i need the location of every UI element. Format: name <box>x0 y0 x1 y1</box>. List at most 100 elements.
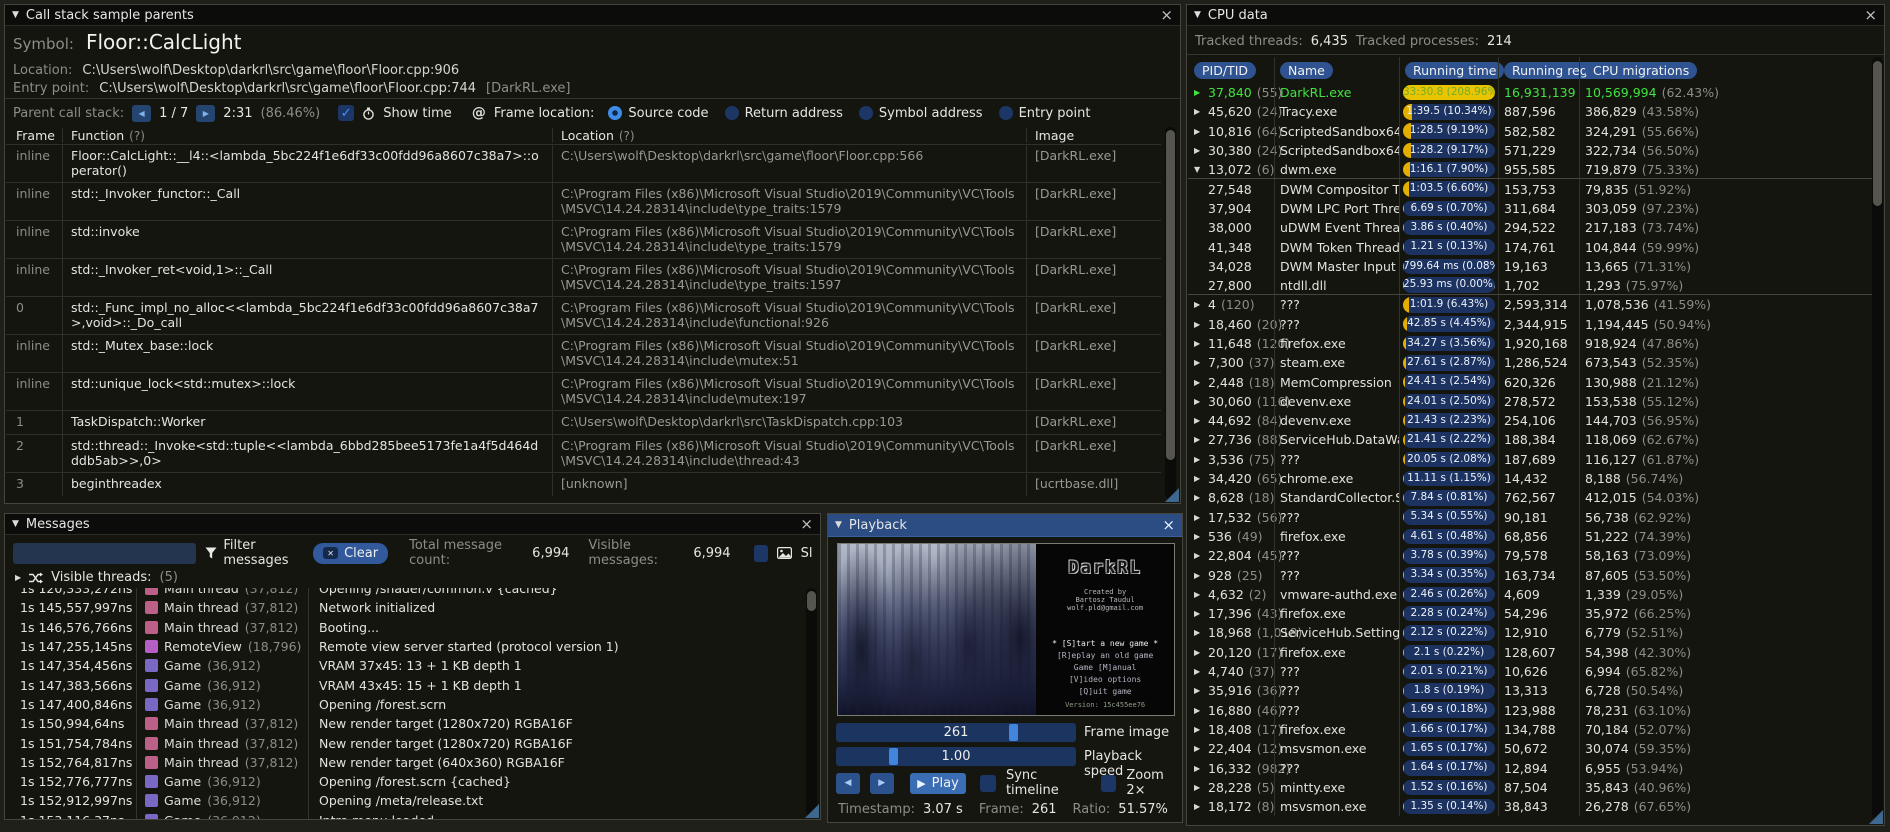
cpu-row[interactable]: ▶ 10,816 (64) ScriptedSandbox64.exe 1:28… <box>1188 121 1874 141</box>
resize-grip[interactable] <box>1165 488 1179 502</box>
cpu-row[interactable]: ▶ 20,120 (17) firefox.exe 2.1 s (0.22%) … <box>1188 642 1874 662</box>
message-row[interactable]: 1s 150,994,64ns Main thread (37,812) New… <box>6 714 801 734</box>
prev-frame-button[interactable]: ◀ <box>836 772 860 794</box>
cpu-row[interactable]: ▶ 37,840 (55) DarkRL.exe 33:30.8 (208.96… <box>1188 83 1874 103</box>
cpu-row[interactable]: ▶ 4,740 (37) ??? 2.01 s (0.21%) 10,626 6… <box>1188 661 1874 682</box>
cpu-row[interactable]: ▼ 13,072 (6) dwm.exe 1:16.1 (7.90%) 955,… <box>1188 160 1874 180</box>
cpu-row[interactable]: ▶ 18,172 (8) msvsmon.exe 1.35 s (0.14%) … <box>1188 796 1874 817</box>
cpu-titlebar[interactable]: ▼ CPU data × <box>1187 5 1884 26</box>
close-icon[interactable]: × <box>1864 7 1877 23</box>
cpu-row[interactable]: ▶ 18,968 (1,018) ServiceHub.SettingsHost… <box>1188 623 1874 643</box>
expand-icon[interactable]: ▶ <box>1194 802 1203 811</box>
collapse-icon[interactable]: ▼ <box>12 519 19 529</box>
column-pid-tid[interactable]: PID/TID <box>1194 61 1257 79</box>
radio-entry-point-label[interactable]: Entry point <box>1019 106 1091 121</box>
expand-icon[interactable]: ▶ <box>1194 320 1203 329</box>
message-row[interactable]: 1s 152,776,777ns Game (36,912) Opening /… <box>6 771 801 792</box>
frame-image-slider[interactable]: 261 <box>836 723 1076 742</box>
prev-frame-button[interactable]: ◀ <box>132 104 152 122</box>
expand-icon[interactable]: ▶ <box>1194 88 1203 97</box>
expand-icon[interactable]: ▶ <box>1194 744 1203 753</box>
message-row[interactable]: 1s 152,764,817ns Main thread (37,812) Ne… <box>6 752 801 772</box>
expand-icon[interactable]: ▶ <box>1194 551 1203 560</box>
radio-return-address[interactable] <box>724 106 739 120</box>
clear-button[interactable]: ✕ Clear <box>313 542 389 564</box>
next-frame-button[interactable]: ▶ <box>869 772 894 794</box>
column-cpu-migrations[interactable]: CPU migrations <box>1585 61 1698 79</box>
cpu-row[interactable]: ▶ 44,692 (84) devenv.exe 21.43 s (2.23%)… <box>1188 411 1874 431</box>
expand-icon[interactable]: ▶ <box>1194 107 1203 116</box>
resize-grip[interactable] <box>805 804 819 818</box>
cpu-row[interactable]: 34,028 DWM Master Input Thread 799.64 ms… <box>1188 256 1874 276</box>
cpu-row[interactable]: ▶ 18,408 (17) firefox.exe 1.66 s (0.17%)… <box>1188 719 1874 740</box>
expand-icon[interactable]: ▶ <box>1194 513 1203 522</box>
expand-icon[interactable]: ▶ <box>1194 397 1203 406</box>
cpu-row[interactable]: ▶ 45,620 (24) Tracy.exe 1:39.5 (10.34%) … <box>1188 102 1874 122</box>
close-icon[interactable]: × <box>800 516 813 532</box>
expand-icon[interactable]: ▶ <box>1194 648 1203 657</box>
expand-icon[interactable]: ▶ <box>1194 127 1203 136</box>
callstack-scrollbar[interactable] <box>1165 127 1176 499</box>
sync-timeline-label[interactable]: Sync timeline <box>1006 768 1087 798</box>
playback-titlebar[interactable]: ▼ Playback × <box>828 514 1182 537</box>
cpu-row[interactable]: ▶ 27,736 (88) ServiceHub.DataWarehouse 2… <box>1188 430 1874 450</box>
cpu-row[interactable]: ▶ 22,804 (45) ??? 3.78 s (0.39%) 79,578 … <box>1188 546 1874 566</box>
cpu-row[interactable]: ▶ 4,632 (2) vmware-authd.exe 2.46 s (0.2… <box>1188 584 1874 605</box>
expand-icon[interactable]: ▶ <box>1194 725 1203 734</box>
callstack-row[interactable]: 0 std::_Func_impl_no_alloc<<lambda_5bc22… <box>6 296 1161 334</box>
radio-source-code[interactable] <box>608 106 623 120</box>
expand-icon[interactable]: ▶ <box>1194 455 1203 464</box>
expand-icon[interactable]: ▶ <box>1194 146 1203 155</box>
resize-grip[interactable] <box>1869 810 1883 824</box>
next-frame-button[interactable]: ▶ <box>196 104 216 122</box>
callstack-row[interactable]: 3 beginthreadex [unknown] [ucrtbase.dll] <box>6 472 1161 496</box>
close-icon[interactable]: × <box>1162 517 1175 533</box>
expand-icon[interactable]: ▶ <box>1194 339 1203 348</box>
zoom-2x-checkbox[interactable] <box>1100 774 1117 792</box>
show-images-checkbox[interactable] <box>753 544 768 562</box>
cpu-row[interactable]: ▶ 7,300 (37) steam.exe 27.61 s (2.87%) 1… <box>1188 353 1874 373</box>
collapse-icon[interactable]: ▼ <box>12 10 19 20</box>
cpu-row[interactable]: 37,904 DWM LPC Port Thread 6.69 s (0.70%… <box>1188 198 1874 219</box>
expand-icon[interactable]: ▶ <box>1194 493 1203 502</box>
message-row[interactable]: 1s 147,255,145ns RemoteView (18,796) Rem… <box>6 636 801 657</box>
cpu-row[interactable]: ▶ 30,060 (116) devenv.exe 24.01 s (2.50%… <box>1188 391 1874 412</box>
play-button[interactable]: ▶ Play <box>909 772 967 794</box>
cpu-row[interactable]: 27,548 DWM Compositor Thread 1:03.5 (6.6… <box>1188 179 1874 199</box>
cpu-row[interactable]: ▶ 28,228 (5) mintty.exe 1.52 s (0.16%) 8… <box>1188 777 1874 797</box>
callstack-titlebar[interactable]: ▼ Call stack sample parents × <box>5 5 1180 26</box>
sync-timeline-checkbox[interactable] <box>980 774 996 792</box>
callstack-row[interactable]: inline std::unique_lock<std::mutex>::loc… <box>6 372 1161 410</box>
cpu-row[interactable]: ▶ 34,420 (65) chrome.exe 11.11 s (1.15%)… <box>1188 468 1874 489</box>
message-row[interactable]: 1s 147,354,456ns Game (36,912) VRAM 37x4… <box>6 656 801 676</box>
radio-symbol-address-label[interactable]: Symbol address <box>879 106 983 121</box>
expand-icon[interactable]: ▼ <box>1194 165 1203 174</box>
expand-icon[interactable]: ▶ <box>1194 628 1203 637</box>
cpu-row[interactable]: ▶ 11,648 (120) firefox.exe 34.27 s (3.56… <box>1188 333 1874 354</box>
cpu-row[interactable]: ▶ 17,532 (56) ??? 5.34 s (0.55%) 90,181 … <box>1188 507 1874 527</box>
expand-icon[interactable]: ▶ <box>1194 571 1203 580</box>
message-row[interactable]: 1s 151,754,784ns Main thread (37,812) Ne… <box>6 733 801 753</box>
expand-icon[interactable]: ▶ <box>1194 667 1203 676</box>
cpu-row[interactable]: ▶ 536 (49) firefox.exe 4.61 s (0.48%) 68… <box>1188 526 1874 547</box>
cpu-row[interactable]: ▶ 22,404 (12) msvsmon.exe 1.65 s (0.17%)… <box>1188 739 1874 759</box>
filter-input[interactable] <box>13 542 197 564</box>
show-time-checkbox[interactable]: ✓ <box>338 105 355 121</box>
callstack-row[interactable]: 2 std::thread::_Invoke<std::tuple<<lambd… <box>6 434 1161 472</box>
expand-icon[interactable]: ▶ <box>1194 609 1203 618</box>
expand-icon[interactable]: ▶ <box>1194 378 1203 387</box>
column-running-time[interactable]: Running time <box>1405 61 1505 79</box>
close-icon[interactable]: × <box>1160 7 1173 23</box>
zoom-2x-label[interactable]: Zoom 2× <box>1126 768 1182 798</box>
message-row[interactable]: 1s 147,400,846ns Game (36,912) Opening /… <box>6 694 801 715</box>
radio-symbol-address[interactable] <box>858 106 873 120</box>
expand-icon[interactable]: ▶ <box>1194 416 1203 425</box>
messages-scrollbar[interactable] <box>806 588 817 816</box>
expand-icon[interactable]: ▶ <box>15 573 21 582</box>
clipped-option-label[interactable]: Sl <box>801 546 813 561</box>
message-row[interactable]: 1s 152,912,997ns Game (36,912) Opening /… <box>6 791 801 811</box>
expand-icon[interactable]: ▶ <box>1194 358 1203 367</box>
cpu-row[interactable]: ▶ 16,332 (982) ??? 1.64 s (0.17%) 12,894… <box>1188 758 1874 778</box>
radio-entry-point[interactable] <box>998 106 1013 120</box>
expand-icon[interactable]: ▶ <box>1194 764 1203 773</box>
